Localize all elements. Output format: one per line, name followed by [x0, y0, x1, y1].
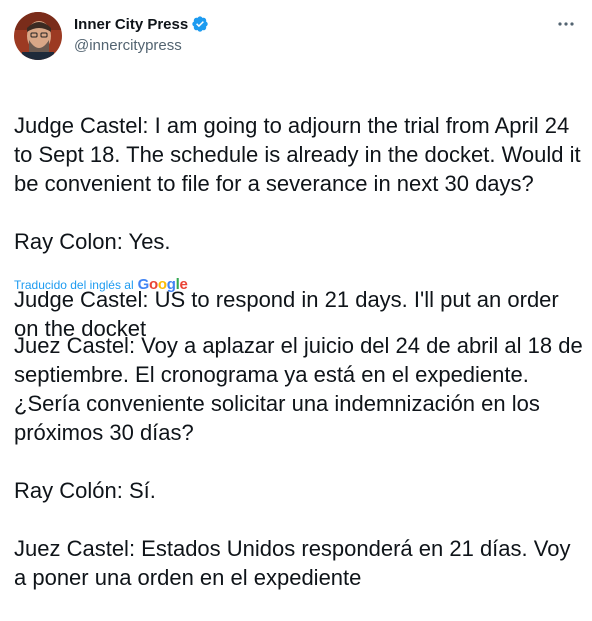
author-avatar[interactable]	[14, 12, 62, 60]
more-options-icon[interactable]	[556, 14, 576, 34]
tweet-line: Juez Castel: Voy a aplazar el juicio del…	[14, 333, 583, 445]
author-name-row: Inner City Press	[74, 15, 209, 33]
tweet-line: Ray Colón: Sí.	[14, 478, 156, 503]
author-handle[interactable]: @innercitypress	[74, 37, 182, 54]
tweet-translated-text: Juez Castel: Voy a aplazar el juicio del…	[14, 302, 584, 621]
verified-badge-icon	[191, 15, 209, 33]
tweet-line: Judge Castel: I am going to adjourn the …	[14, 113, 581, 196]
tweet-line: Ray Colon: Yes.	[14, 229, 171, 254]
google-logo: Google	[137, 276, 188, 293]
author-display-name[interactable]: Inner City Press	[74, 16, 188, 33]
tweet-line: Juez Castel: Estados Unidos responderá e…	[14, 536, 571, 590]
translation-attribution[interactable]: Traducido del inglés al Google	[14, 276, 188, 293]
translation-label[interactable]: Traducido del inglés al	[14, 278, 134, 292]
